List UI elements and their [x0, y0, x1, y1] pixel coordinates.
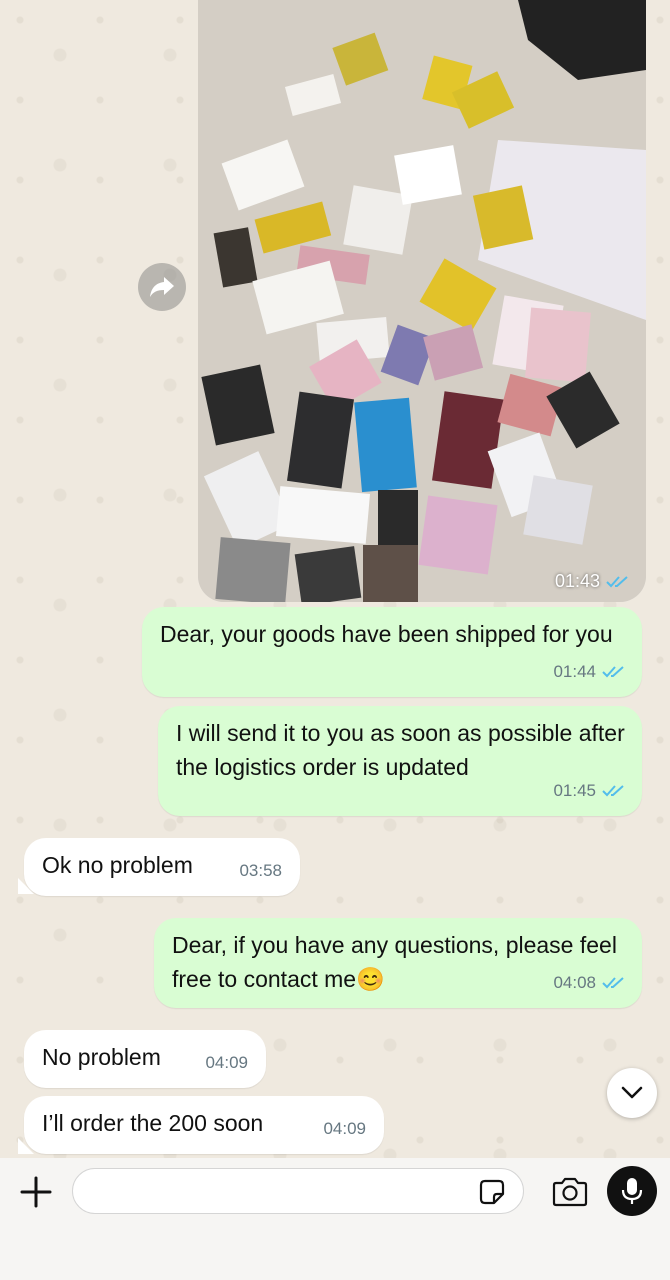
message-composer — [0, 1158, 670, 1280]
microphone-button[interactable] — [607, 1166, 657, 1216]
message-input[interactable] — [72, 1168, 524, 1214]
microphone-icon — [621, 1178, 643, 1204]
image-meta: 01:43 — [555, 571, 630, 592]
message-text: I will send it to you as soon as possibl… — [176, 720, 625, 780]
message-bubble-incoming[interactable]: Ok no problem 03:58 — [24, 838, 300, 896]
message-bubble-incoming[interactable]: I’ll order the 200 soon 04:09 — [24, 1096, 384, 1154]
camera-button[interactable] — [550, 1172, 590, 1212]
message-time: 04:08 — [553, 973, 596, 992]
photo-perfume-boxes — [198, 0, 646, 602]
sticker-icon[interactable] — [477, 1177, 507, 1207]
forward-icon — [150, 277, 174, 297]
double-check-icon — [602, 785, 624, 797]
chevron-down-icon — [621, 1086, 643, 1099]
message-text: No problem — [42, 1044, 161, 1070]
message-text: I’ll order the 200 soon — [42, 1110, 264, 1136]
message-time: 04:09 — [323, 1119, 366, 1138]
message-time: 01:44 — [553, 662, 596, 681]
message-text: Ok no problem — [42, 852, 193, 878]
image-message[interactable]: 01:43 — [198, 0, 646, 602]
message-time: 01:45 — [553, 781, 596, 800]
message-meta: 01:44 — [553, 655, 626, 689]
message-text: Dear, your goods have been shipped for y… — [160, 621, 613, 647]
message-bubble-outgoing[interactable]: Dear, your goods have been shipped for y… — [142, 607, 642, 697]
message-time: 03:58 — [239, 861, 282, 880]
double-check-icon — [602, 977, 624, 989]
message-bubble-outgoing[interactable]: I will send it to you as soon as possibl… — [158, 706, 642, 816]
forward-button[interactable] — [138, 263, 186, 311]
message-meta: 01:45 — [553, 774, 626, 808]
double-check-icon — [606, 575, 628, 587]
plus-icon — [20, 1176, 52, 1208]
scroll-to-bottom-button[interactable] — [607, 1068, 657, 1118]
message-text: Dear, if you have any questions, please … — [172, 932, 617, 992]
attach-button[interactable] — [16, 1172, 56, 1212]
message-time: 04:09 — [205, 1053, 248, 1072]
message-meta: 04:08 — [553, 966, 626, 1000]
message-bubble-incoming[interactable]: No problem 04:09 — [24, 1030, 266, 1088]
double-check-icon — [602, 666, 624, 678]
camera-icon — [552, 1177, 588, 1207]
image-time: 01:43 — [554, 571, 600, 591]
message-bubble-outgoing[interactable]: Dear, if you have any questions, please … — [154, 918, 642, 1008]
